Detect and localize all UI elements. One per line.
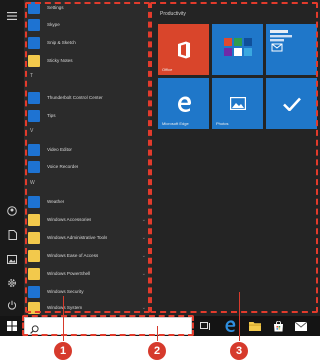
callout-marker-1: 1 — [54, 342, 72, 360]
hamburger-menu-icon[interactable] — [5, 9, 19, 23]
start-rail — [0, 0, 24, 316]
windows-start-icon[interactable] — [5, 320, 19, 332]
mail-taskbar-icon[interactable] — [294, 320, 308, 332]
power-icon[interactable] — [5, 298, 19, 312]
callout-leader — [63, 296, 64, 341]
documents-icon[interactable] — [5, 228, 19, 242]
callout-leader — [157, 326, 158, 341]
store-icon[interactable] — [271, 320, 285, 332]
app-list-highlight — [25, 2, 150, 313]
edge-taskbar-icon[interactable] — [223, 320, 237, 332]
task-view-icon[interactable] — [198, 320, 212, 332]
callout-marker-2: 2 — [148, 342, 166, 360]
file-explorer-icon[interactable] — [248, 320, 262, 332]
search-highlight — [22, 315, 194, 336]
callout-leader — [239, 292, 240, 341]
tiles-highlight — [150, 2, 318, 313]
pictures-icon[interactable] — [5, 252, 19, 266]
callout-marker-3: 3 — [230, 342, 248, 360]
settings-gear-icon[interactable] — [5, 276, 19, 290]
account-icon[interactable] — [5, 204, 19, 218]
